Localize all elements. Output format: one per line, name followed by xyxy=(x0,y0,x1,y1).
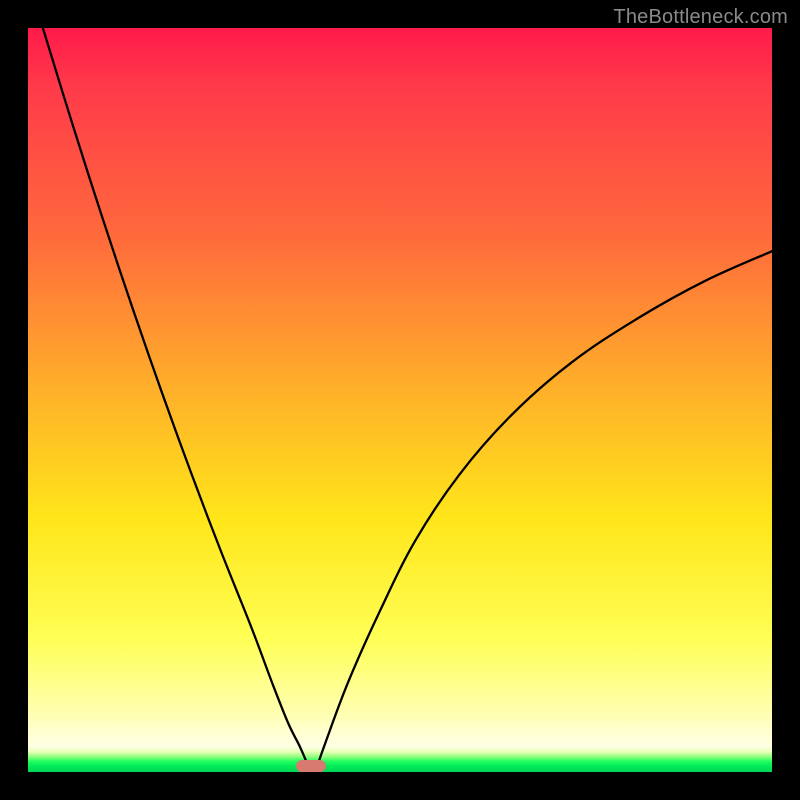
chart-frame: TheBottleneck.com xyxy=(0,0,800,800)
watermark-text: TheBottleneck.com xyxy=(613,6,788,29)
plot-area xyxy=(28,28,772,772)
curve-right-path xyxy=(315,251,772,772)
bottleneck-marker xyxy=(296,760,326,772)
chart-curve xyxy=(28,28,772,772)
curve-left-path xyxy=(43,28,311,772)
